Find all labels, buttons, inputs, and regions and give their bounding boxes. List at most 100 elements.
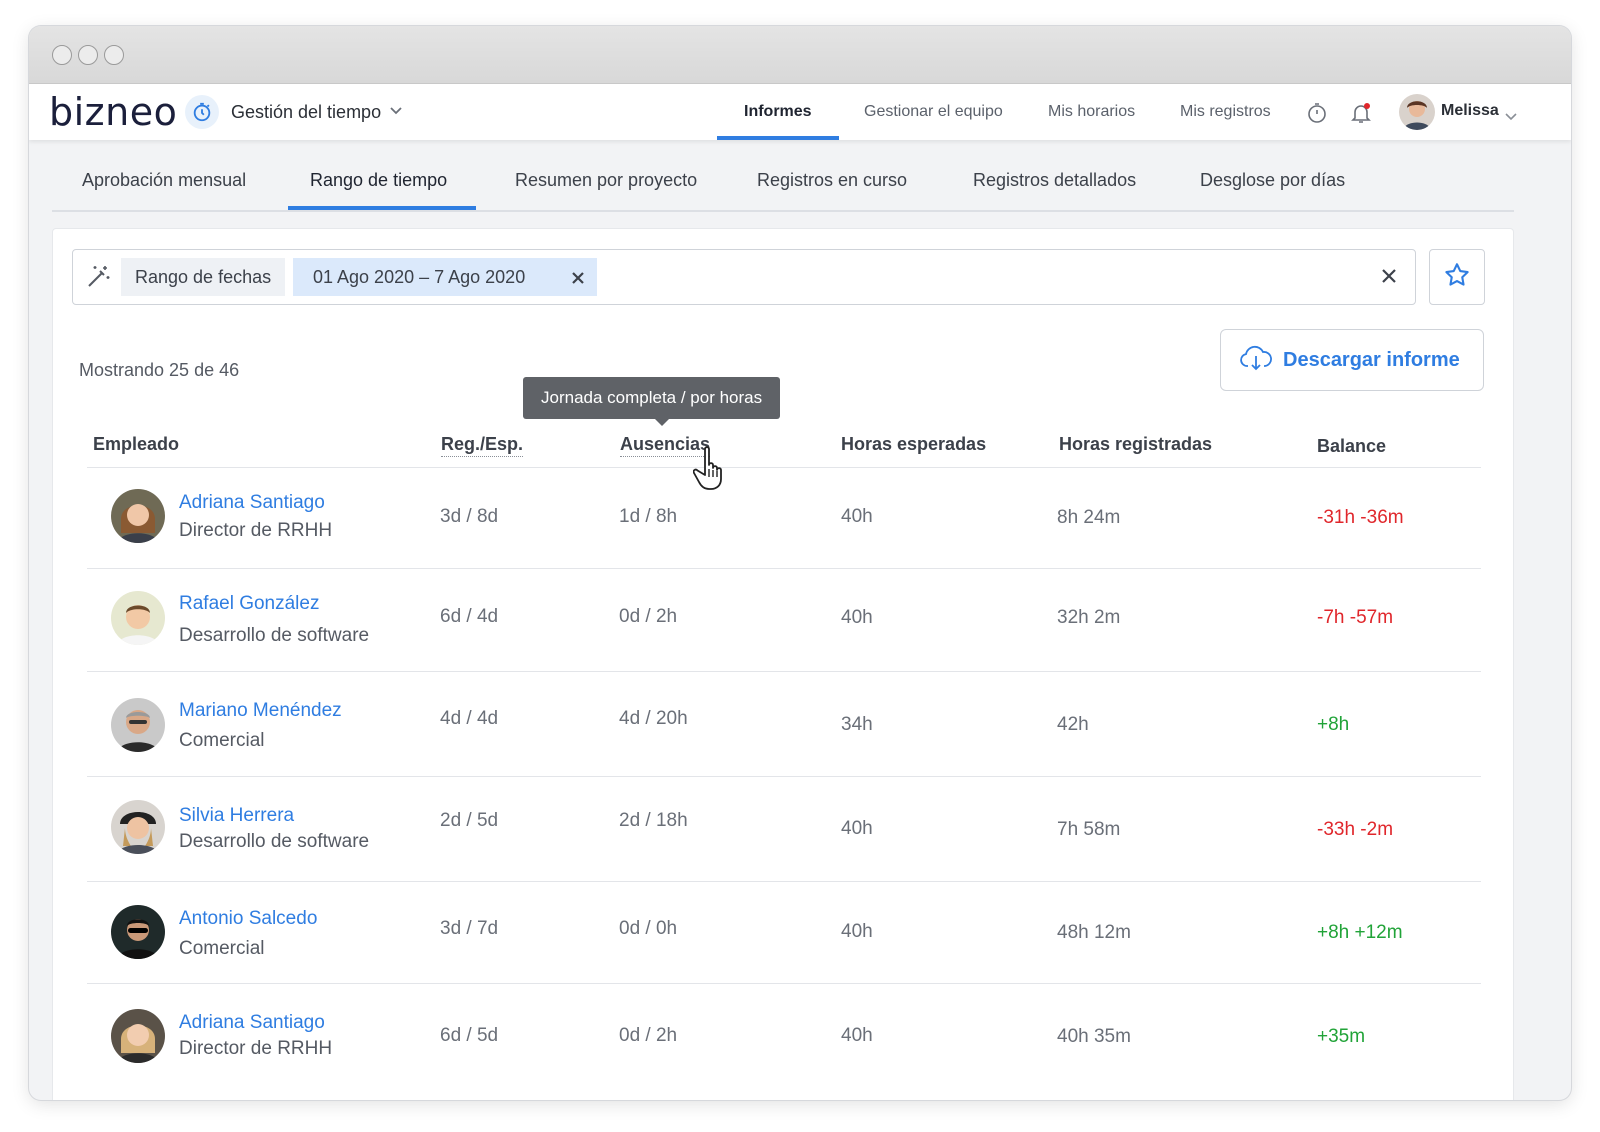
tab-registros-detallados[interactable]: Registros detallados xyxy=(973,170,1136,191)
expected-hours-value: 40h xyxy=(841,921,873,942)
stopwatch-icon xyxy=(185,95,219,129)
favorite-button[interactable] xyxy=(1429,249,1485,305)
reg-esp-value: 2d / 5d xyxy=(440,810,499,831)
employee-role: Comercial xyxy=(179,938,265,959)
reg-esp-value: 4d / 4d xyxy=(440,708,499,729)
user-avatar[interactable] xyxy=(1399,94,1435,130)
table-row[interactable]: Adriana Santiago Director de RRHH 3d / 8… xyxy=(87,468,1481,569)
date-range-chip[interactable]: 01 Ago 2020 – 7 Ago 2020 xyxy=(293,258,597,296)
registered-hours-value: 48h 12m xyxy=(1057,922,1131,943)
top-navbar: bizneo Gestión del tiempo Informes Gesti… xyxy=(29,84,1571,140)
browser-window: bizneo Gestión del tiempo Informes Gesti… xyxy=(29,26,1571,1100)
employee-role: Comercial xyxy=(179,730,265,751)
timer-icon[interactable] xyxy=(1305,101,1329,125)
employee-role: Director de RRHH xyxy=(179,1038,333,1059)
table-row[interactable]: Adriana Santiago Director de RRHH 6d / 5… xyxy=(87,984,1481,1100)
employee-name-link[interactable]: Antonio Salcedo xyxy=(179,908,317,930)
tab-resumen-por-proyecto[interactable]: Resumen por proyecto xyxy=(515,170,697,191)
results-count: Mostrando 25 de 46 xyxy=(79,360,240,380)
hand-cursor-icon xyxy=(692,445,731,498)
remove-chip-icon[interactable] xyxy=(571,269,585,290)
employee-avatar xyxy=(111,591,165,645)
col-balance[interactable]: Balance xyxy=(1317,436,1386,457)
balance-value: -33h -2m xyxy=(1317,819,1394,840)
employee-name-link[interactable]: Adriana Santiago xyxy=(179,1012,325,1034)
employee-name-link[interactable]: Silvia Herrera xyxy=(179,805,294,827)
tab-registros-en-curso[interactable]: Registros en curso xyxy=(757,170,907,191)
expected-hours-value: 40h xyxy=(841,818,873,839)
absences-value: 2d / 18h xyxy=(619,810,688,831)
bell-icon[interactable] xyxy=(1349,101,1373,125)
window-minimize-button[interactable] xyxy=(78,45,98,65)
balance-value: +35m xyxy=(1317,1026,1366,1047)
download-report-button[interactable]: Descargar informe xyxy=(1220,329,1484,391)
clear-filters-icon[interactable] xyxy=(1381,268,1397,289)
table-row[interactable]: Silvia Herrera Desarrollo de software 2d… xyxy=(87,777,1481,882)
col-horas-registradas[interactable]: Horas registradas xyxy=(1059,434,1212,455)
nav-gestionar-equipo[interactable]: Gestionar el equipo xyxy=(864,84,1003,140)
bizneo-logo[interactable]: bizneo xyxy=(49,90,177,134)
user-name[interactable]: Melissa xyxy=(1441,102,1499,120)
absences-value: 4d / 20h xyxy=(619,708,688,729)
employee-name-link[interactable]: Rafael González xyxy=(179,593,319,615)
col-empleado[interactable]: Empleado xyxy=(93,434,179,455)
star-icon xyxy=(1443,261,1471,294)
absences-value: 0d / 2h xyxy=(619,1025,678,1046)
employee-role: Desarrollo de software xyxy=(179,625,370,646)
table-row[interactable]: Rafael González Desarrollo de software 6… xyxy=(87,569,1481,672)
tab-rango-de-tiempo[interactable]: Rango de tiempo xyxy=(310,170,447,191)
table-row[interactable]: Antonio Salcedo Comercial 3d / 7d 0d / 0… xyxy=(87,882,1481,984)
column-tooltip: Jornada completa / por horas xyxy=(523,377,781,426)
registered-hours-value: 42h xyxy=(1057,714,1089,735)
balance-value: -7h -57m xyxy=(1317,607,1394,628)
employee-name-link[interactable]: Mariano Menéndez xyxy=(179,700,342,722)
expected-hours-value: 34h xyxy=(841,714,873,735)
absences-value: 0d / 0h xyxy=(619,918,678,939)
employee-avatar xyxy=(111,489,165,543)
employee-role: Desarrollo de software xyxy=(179,831,370,852)
active-tab-indicator xyxy=(288,206,476,210)
magic-wand-icon[interactable] xyxy=(85,264,111,295)
table-row[interactable]: Mariano Menéndez Comercial 4d / 4d 4d / … xyxy=(87,672,1481,777)
expected-hours-value: 40h xyxy=(841,1025,873,1046)
date-range-value: 01 Ago 2020 – 7 Ago 2020 xyxy=(313,266,526,287)
col-reg-esp[interactable]: Reg./Esp. xyxy=(441,434,524,457)
filter-chip-label: Rango de fechas xyxy=(121,258,286,296)
chevron-down-icon xyxy=(389,103,403,121)
employee-name-link[interactable]: Adriana Santiago xyxy=(179,492,325,514)
nav-informes[interactable]: Informes xyxy=(717,84,838,140)
report-tabs: Aprobación mensual Rango de tiempo Resum… xyxy=(52,140,1514,212)
report-card: Rango de fechas 01 Ago 2020 – 7 Ago 2020… xyxy=(52,228,1514,1100)
registered-hours-value: 32h 2m xyxy=(1057,607,1121,628)
nav-mis-registros[interactable]: Mis registros xyxy=(1180,84,1271,140)
reg-esp-value: 3d / 7d xyxy=(440,918,499,939)
cloud-download-icon xyxy=(1239,344,1273,377)
balance-value: +8h +12m xyxy=(1317,922,1403,943)
absences-value: 1d / 8h xyxy=(619,506,678,527)
employee-role: Director de RRHH xyxy=(179,520,333,541)
registered-hours-value: 40h 35m xyxy=(1057,1026,1131,1047)
col-horas-esperadas[interactable]: Horas esperadas xyxy=(841,434,986,455)
balance-value: -31h -36m xyxy=(1317,507,1404,528)
window-maximize-button[interactable] xyxy=(104,45,124,65)
reg-esp-value: 6d / 5d xyxy=(440,1025,499,1046)
window-close-button[interactable] xyxy=(52,45,72,65)
download-label: Descargar informe xyxy=(1283,348,1460,371)
filter-bar[interactable]: Rango de fechas 01 Ago 2020 – 7 Ago 2020 xyxy=(72,249,1416,305)
registered-hours-value: 8h 24m xyxy=(1057,507,1121,528)
nav-mis-horarios[interactable]: Mis horarios xyxy=(1048,84,1135,140)
tab-aprobacion-mensual[interactable]: Aprobación mensual xyxy=(82,170,246,191)
employee-avatar xyxy=(111,698,165,752)
expected-hours-value: 40h xyxy=(841,607,873,628)
reg-esp-value: 3d / 8d xyxy=(440,506,499,527)
window-titlebar xyxy=(29,26,1571,84)
tab-desglose-por-dias[interactable]: Desglose por días xyxy=(1200,170,1345,191)
employee-avatar xyxy=(111,905,165,959)
employee-avatar xyxy=(111,800,165,854)
chevron-down-icon[interactable] xyxy=(1505,108,1517,126)
registered-hours-value: 7h 58m xyxy=(1057,819,1121,840)
balance-value: +8h xyxy=(1317,714,1350,735)
module-label: Gestión del tiempo xyxy=(231,101,382,122)
module-selector[interactable]: Gestión del tiempo xyxy=(185,95,403,129)
logo-text: bizneo xyxy=(49,90,178,134)
